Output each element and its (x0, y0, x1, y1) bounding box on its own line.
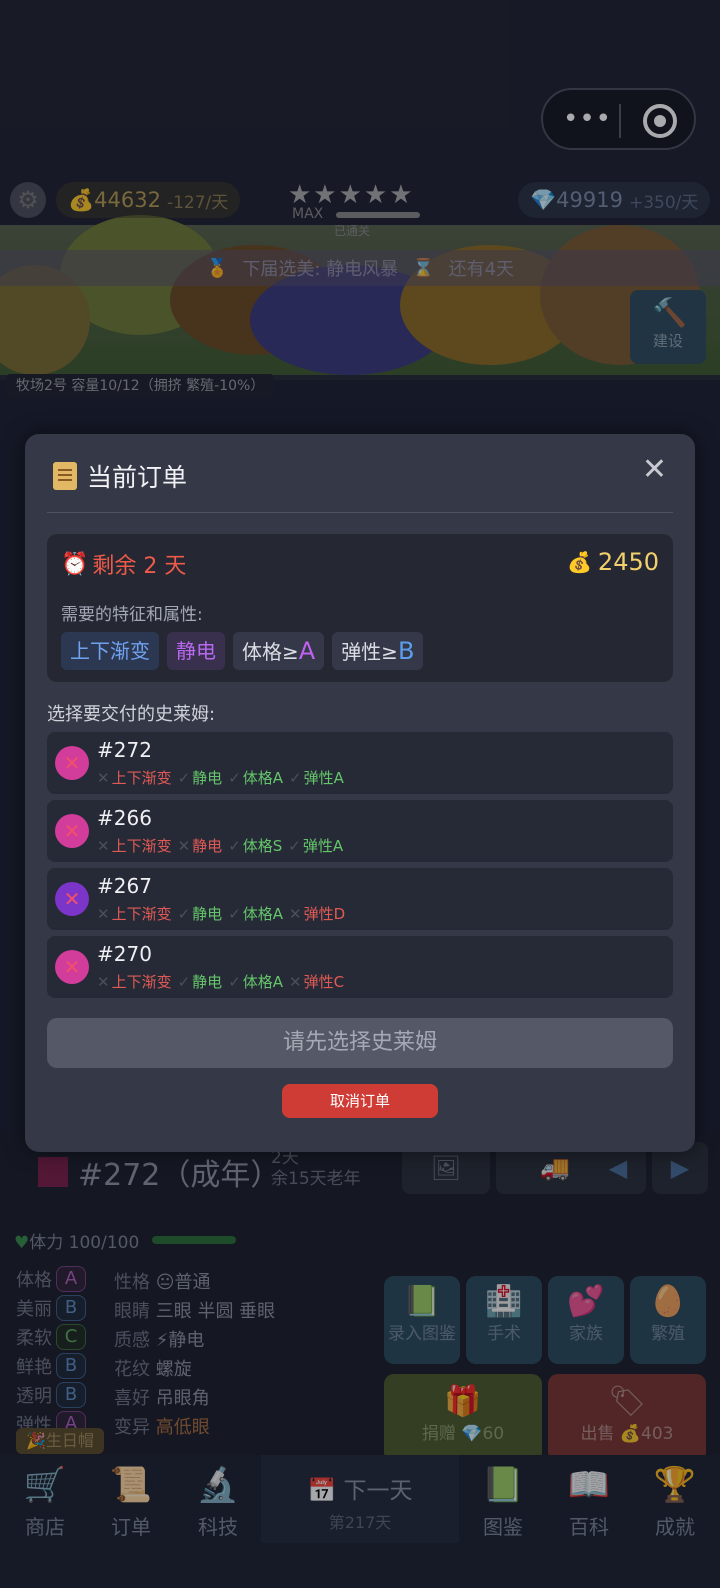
requirement-tag: 体格≥A (233, 632, 325, 670)
slime-avatar (55, 882, 89, 916)
slime-trait-checks: 上下渐变 静电 体格S 弹性A (97, 835, 344, 856)
slime-option[interactable]: #267 上下渐变 静电 体格A 弹性D (47, 868, 673, 930)
select-slime-label: 选择要交付的史莱姆: (47, 704, 216, 725)
slime-select-list[interactable]: #272 上下渐变 静电 体格A 弹性A #266 上下渐变 静电 体格S 弹性… (47, 732, 673, 1002)
alarm-clock-icon: ⏰ (61, 551, 89, 577)
deliver-button[interactable]: 请先选择史莱姆 (47, 1018, 673, 1068)
slime-trait-checks: 上下渐变 静电 体格A 弹性D (97, 903, 346, 924)
order-card: ⏰ 剩余 2 天 💰 2450 需要的特征和属性: 上下渐变 静电 体格≥A 弹… (47, 534, 673, 682)
slime-option[interactable]: #272 上下渐变 静电 体格A 弹性A (47, 732, 673, 794)
slime-trait-checks: 上下渐变 静电 体格A 弹性A (97, 767, 344, 788)
requirement-tag: 上下渐变 (61, 632, 159, 670)
slime-id: #266 (97, 806, 152, 830)
scroll-icon (53, 462, 77, 490)
slime-id: #267 (97, 874, 152, 898)
cancel-order-button[interactable]: 取消订单 (282, 1084, 438, 1118)
requirement-tag: 弹性≥B (332, 632, 424, 670)
dialog-title: 当前订单 (53, 458, 187, 494)
slime-option[interactable]: #270 上下渐变 静电 体格A 弹性C (47, 936, 673, 998)
remaining-time: ⏰ 剩余 2 天 (61, 551, 187, 580)
requirement-tag: 静电 (167, 632, 225, 670)
slime-avatar (55, 950, 89, 984)
order-dialog: 当前订单 ✕ ⏰ 剩余 2 天 💰 2450 需要的特征和属性: 上下渐变 静电… (25, 434, 695, 1152)
slime-id: #270 (97, 942, 152, 966)
close-icon[interactable]: ✕ (642, 452, 667, 487)
requirements-label: 需要的特征和属性: (61, 605, 203, 625)
slime-avatar (55, 814, 89, 848)
divider (47, 512, 673, 513)
order-reward: 💰 2450 (567, 548, 659, 576)
money-bag-icon: 💰 (567, 550, 592, 574)
slime-id: #272 (97, 738, 152, 762)
slime-avatar (55, 746, 89, 780)
slime-trait-checks: 上下渐变 静电 体格A 弹性C (97, 971, 345, 992)
dialog-title-text: 当前订单 (87, 463, 188, 492)
slime-option[interactable]: #266 上下渐变 静电 体格S 弹性A (47, 800, 673, 862)
requirements-list: 上下渐变 静电 体格≥A 弹性≥B (61, 632, 424, 670)
